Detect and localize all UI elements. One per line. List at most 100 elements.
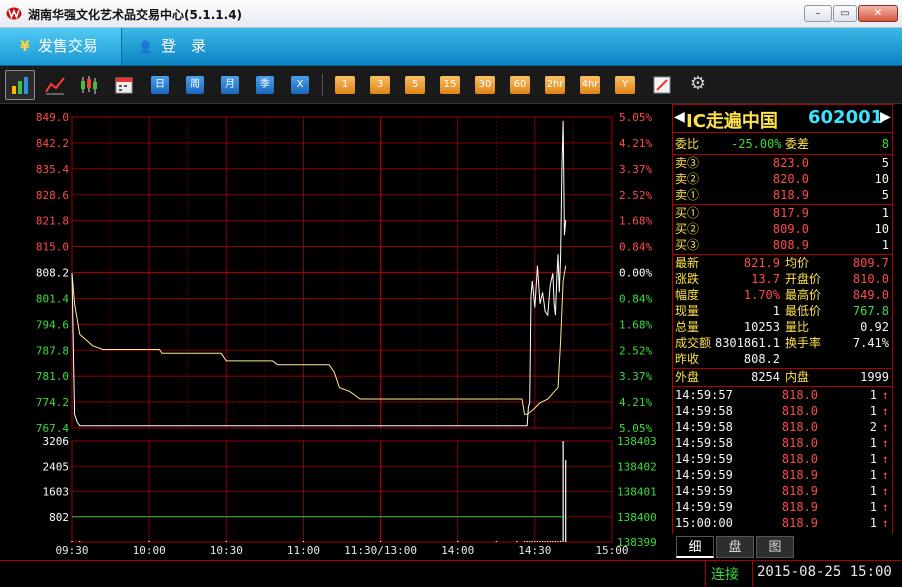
calendar-button[interactable]: [114, 74, 134, 94]
period-day-button[interactable]: 日: [151, 76, 169, 94]
candlestick-icon: [81, 76, 97, 94]
stat-row: 涨跌 13.7 开盘价 810.0: [675, 272, 889, 286]
tick-row: 14:59:58 818.0 1 ↑: [673, 403, 892, 419]
percent-tick-label: 2.52%: [619, 344, 652, 357]
tick-time: 14:59:59: [675, 500, 733, 514]
minute-3-button[interactable]: 3: [370, 76, 390, 94]
volume-tick-label: 2405: [43, 460, 70, 473]
yen-icon: ¥: [20, 39, 30, 55]
tick-price: 818.9: [781, 484, 818, 498]
tick-up-arrow-icon: ↑: [881, 452, 889, 466]
tick-up-arrow-icon: ↑: [881, 484, 889, 498]
stat-row: 总量 10253 量比 0.92: [675, 320, 889, 334]
tick-volume: 1: [869, 452, 877, 466]
ask-row[interactable]: 卖② 820.0 10: [673, 171, 892, 187]
tab-detail[interactable]: 细: [676, 536, 714, 558]
year-button[interactable]: Y: [615, 76, 635, 94]
tick-up-arrow-icon: ↑: [881, 404, 889, 418]
tick-row: 14:59:59 818.9 1 ↑: [673, 499, 892, 515]
hour-4-button[interactable]: 4hr: [580, 76, 600, 94]
tick-volume: 1: [869, 484, 877, 498]
settings-button[interactable]: ⚙: [688, 74, 708, 94]
next-stock-arrow[interactable]: ▶: [880, 109, 891, 125]
price-tick-label: 794.6: [36, 318, 69, 331]
time-tick-label: 10:00: [133, 544, 166, 557]
tick-up-arrow-icon: ↑: [881, 516, 889, 530]
bid-row[interactable]: 买① 817.9 1: [673, 205, 892, 221]
tick-volume: 1: [869, 436, 877, 450]
tick-volume: 1: [869, 516, 877, 530]
period-week-button[interactable]: 周: [186, 76, 204, 94]
tick-price: 818.0: [781, 420, 818, 434]
minute-5-button[interactable]: 5: [405, 76, 425, 94]
nav-tab-issue-trade[interactable]: ¥ 发售交易: [0, 28, 122, 65]
volume-tick-label: 802: [49, 511, 69, 524]
percent-tick-label: 1.68%: [619, 215, 652, 228]
tick-row: 14:59:57 818.0 1 ↑: [673, 387, 892, 403]
percent-tick-label: 2.52%: [619, 189, 652, 202]
stat-row: 幅度 1.70% 最高价 849.0: [675, 288, 889, 302]
tick-volume: 1: [869, 500, 877, 514]
weidiff-value: 8: [881, 137, 889, 151]
minimize-button[interactable]: –: [804, 5, 832, 22]
tick-time: 15:00:00: [675, 516, 733, 530]
price-tick-label: 828.6: [36, 189, 69, 202]
percent-tick-label: 3.37%: [619, 163, 652, 176]
percent-tick-label: 1.68%: [619, 318, 652, 331]
bid-row[interactable]: 买③ 808.9 1: [673, 237, 892, 253]
percent-tick-label: 4.21%: [619, 396, 652, 409]
pencil-icon: [653, 76, 671, 94]
hour-2-button[interactable]: 2hr: [545, 76, 565, 94]
percent-tick-label: 0.00%: [619, 267, 652, 280]
draw-tool-button[interactable]: [652, 74, 672, 94]
tick-time: 14:59:59: [675, 468, 733, 482]
period-month-button[interactable]: 月: [221, 76, 239, 94]
tick-row: 14:59:58 818.0 1 ↑: [673, 435, 892, 451]
tick-up-arrow-icon: ↑: [881, 420, 889, 434]
tick-row: 14:59:59 818.9 1 ↑: [673, 467, 892, 483]
ask-row[interactable]: 卖③ 823.0 5: [673, 155, 892, 171]
ask-row[interactable]: 卖① 818.9 5: [673, 187, 892, 203]
close-button[interactable]: ✕: [858, 5, 898, 22]
user-icon: 👤: [138, 40, 153, 54]
nav-tab-login[interactable]: 👤 登 录: [138, 28, 238, 65]
period-quarter-button[interactable]: 季: [256, 76, 274, 94]
chart-toolbar: 日 周 月 季 X 1 3 5 15 30 60 2hr 4hr Y ⚙: [0, 66, 902, 104]
line-chart-button[interactable]: [44, 74, 66, 95]
tick-price: 818.0: [781, 404, 818, 418]
tick-time: 14:59:59: [675, 452, 733, 466]
price-tick-label: 781.0: [36, 370, 69, 383]
tick-volume: 1: [869, 468, 877, 482]
percent-tick-label: 5.05%: [619, 422, 652, 435]
bid-row[interactable]: 买② 809.0 10: [673, 221, 892, 237]
tick-price: 818.0: [781, 436, 818, 450]
restore-button[interactable]: ▭: [833, 5, 857, 22]
minute-1-button[interactable]: 1: [335, 76, 355, 94]
tab-book[interactable]: 盘: [716, 536, 754, 558]
tick-time: 14:59:59: [675, 484, 733, 498]
connection-status: 连接: [711, 567, 739, 583]
tick-row: 15:00:00 818.9 1 ↑: [673, 515, 892, 531]
nav-bar: ¥ 发售交易 👤 登 录: [0, 28, 902, 66]
line-chart-icon: [45, 77, 65, 95]
price-tick-label: 808.2: [36, 267, 69, 280]
timeshare-chart[interactable]: 849.0 5.05% 842.2 4.21% 835.4 3.37% 828.6 2.52%…: [0, 104, 672, 560]
price-tick-label: 821.8: [36, 215, 69, 228]
tick-price: 818.0: [781, 388, 818, 402]
tick-time: 14:59:58: [675, 404, 733, 418]
minute-60-button[interactable]: 60: [510, 76, 530, 94]
tab-chart[interactable]: 图: [756, 536, 794, 558]
timeshare-chart-button[interactable]: [5, 70, 35, 100]
prev-stock-arrow[interactable]: ◀: [674, 109, 685, 125]
minute-30-button[interactable]: 30: [475, 76, 495, 94]
weibi-value: -25.00%: [731, 137, 782, 151]
period-x-button[interactable]: X: [291, 76, 309, 94]
weibi-row: 委比 -25.00% 委差 8: [675, 137, 889, 151]
candlestick-button[interactable]: [78, 74, 100, 94]
window-title: 湖南华强文化艺术品交易中心(5.1.1.4): [28, 8, 243, 22]
outer-inner-row: 外盘 8254 内盘 1999: [675, 370, 889, 384]
tick-row: 14:59:59 818.9 1 ↑: [673, 483, 892, 499]
trading-window: 湖南华强文化艺术品交易中心(5.1.1.4) – ▭ ✕ ¥ 发售交易 👤 登 录 …: [0, 0, 902, 587]
tick-up-arrow-icon: ↑: [881, 436, 889, 450]
minute-15-button[interactable]: 15: [440, 76, 460, 94]
